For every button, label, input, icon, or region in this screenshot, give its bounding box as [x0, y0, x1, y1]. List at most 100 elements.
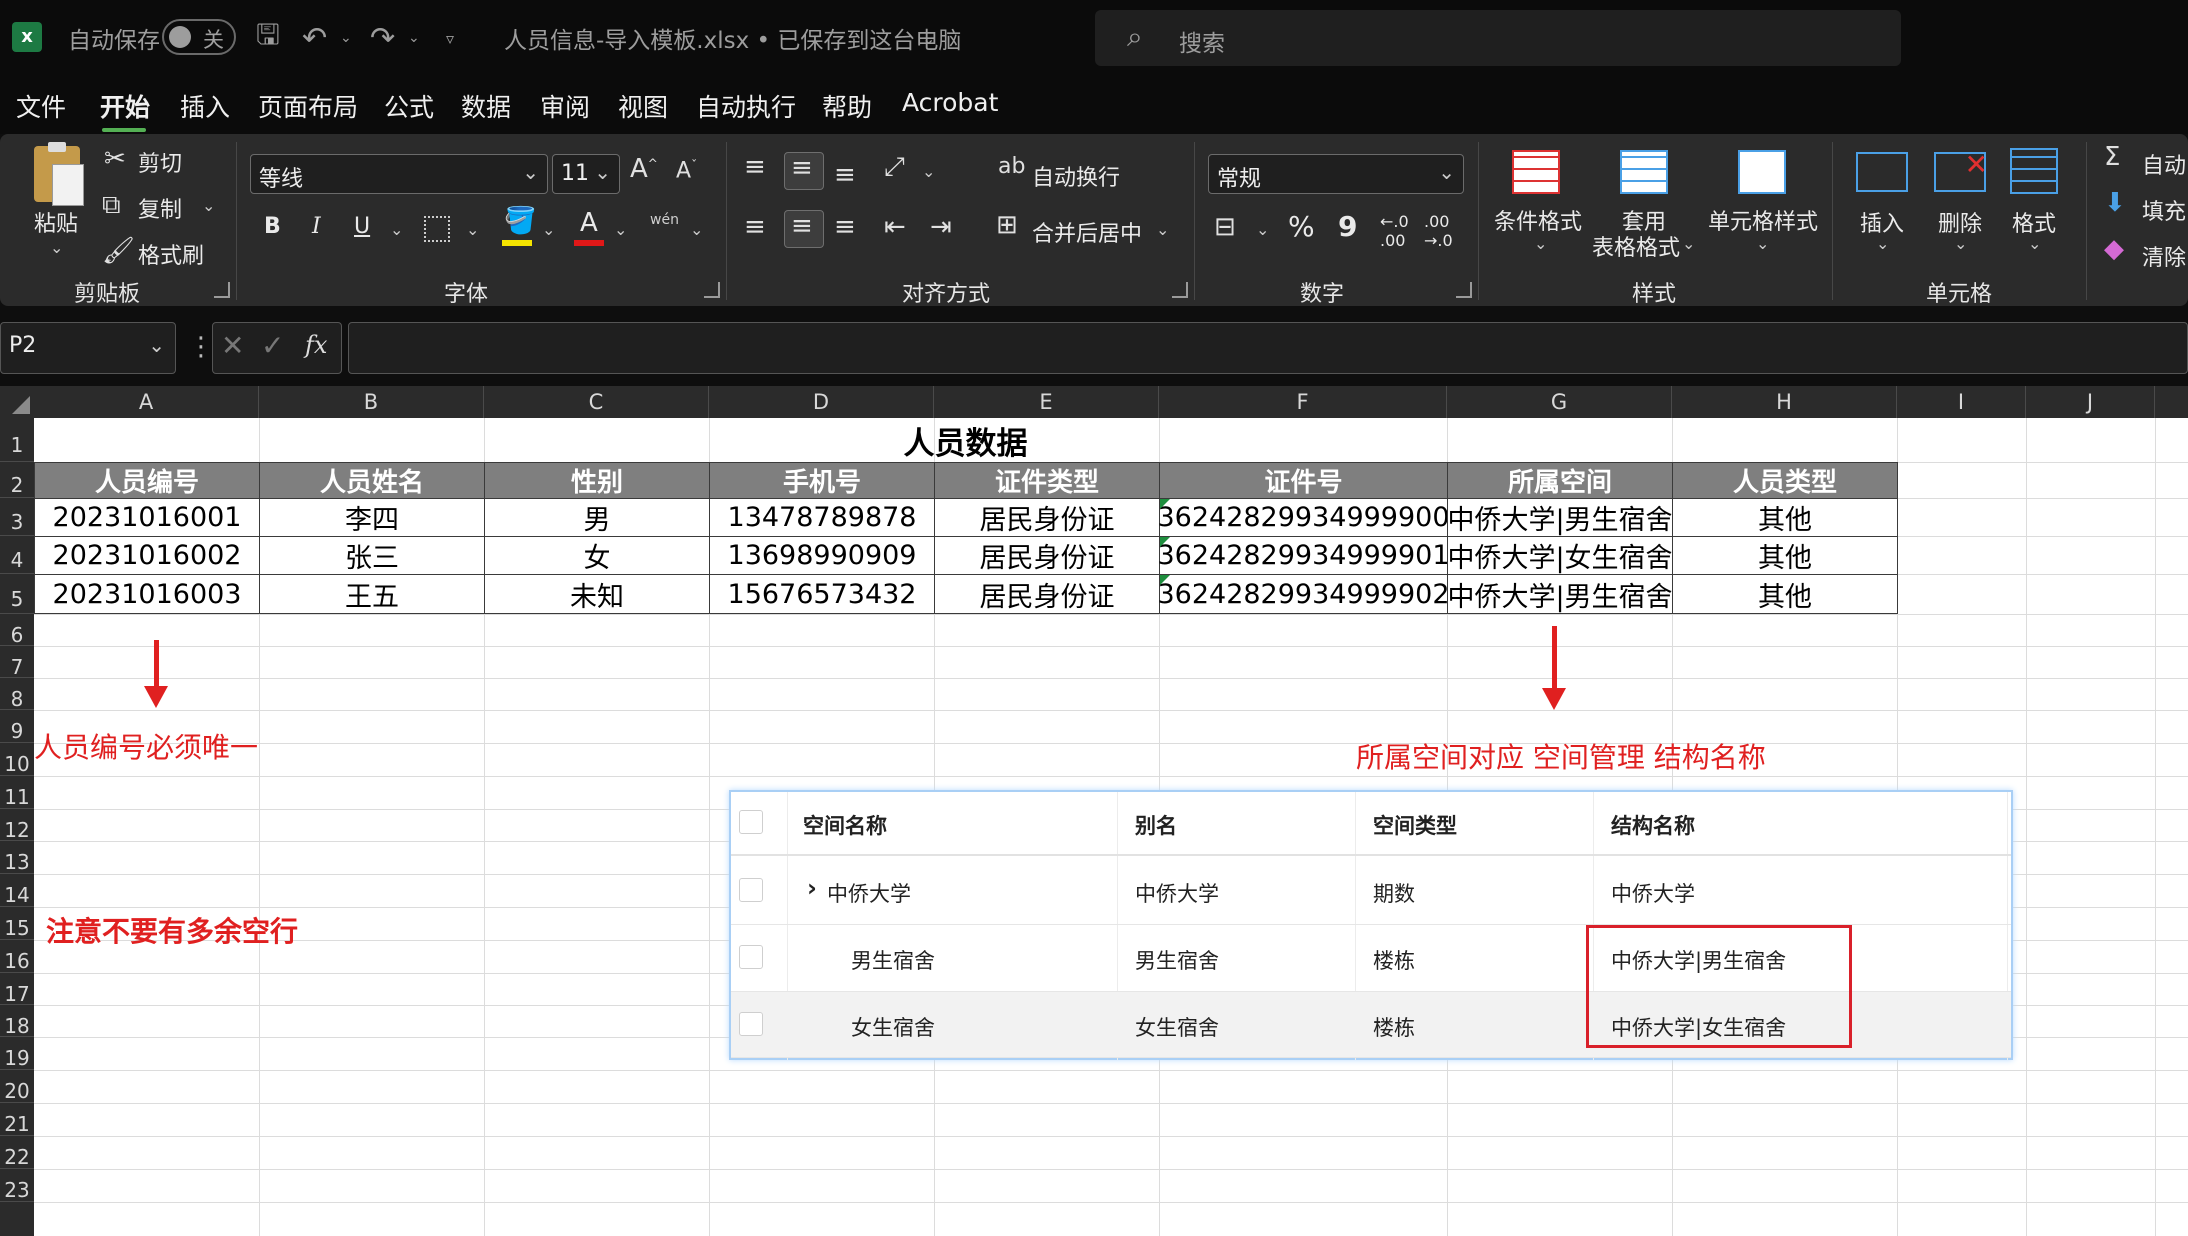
data-cell[interactable]: 13698990909	[709, 536, 935, 575]
decrease-decimal-icon[interactable]: .00 →.0	[1424, 212, 1453, 250]
format-dropdown-icon[interactable]: ⌄	[2028, 234, 2041, 253]
data-cell[interactable]: 15676573432	[709, 574, 935, 614]
undo-icon[interactable]: ↶	[302, 0, 327, 76]
data-cell[interactable]: 20231016001	[34, 498, 260, 537]
borders-icon[interactable]	[424, 216, 450, 242]
menu-help[interactable]: 帮助	[822, 88, 872, 124]
format-as-table-button-2[interactable]: 表格格式	[1592, 230, 1680, 262]
data-cell[interactable]: 张三	[259, 536, 485, 575]
clipboard-launcher-icon[interactable]	[214, 282, 230, 298]
select-all-checkbox[interactable]	[739, 810, 763, 834]
menu-acrobat[interactable]: Acrobat	[902, 88, 998, 117]
decrease-font-icon[interactable]: Aˇ	[676, 158, 697, 183]
phonetic-icon[interactable]: wén	[650, 212, 679, 228]
formula-input[interactable]	[348, 322, 2188, 374]
number-launcher-icon[interactable]	[1456, 282, 1472, 298]
menu-page-layout[interactable]: 页面布局	[258, 88, 358, 124]
autosave-toggle[interactable]: 关	[162, 19, 236, 55]
cell-styles-dropdown-icon[interactable]: ⌄	[1756, 234, 1769, 253]
clear-button[interactable]: 清除	[2142, 240, 2186, 272]
fill-color-icon[interactable]: 🪣	[504, 206, 536, 236]
menu-data[interactable]: 数据	[461, 88, 511, 124]
menu-home[interactable]: 开始	[100, 88, 150, 124]
phonetic-dropdown-icon[interactable]: ⌄	[690, 220, 703, 239]
alignment-launcher-icon[interactable]	[1172, 282, 1188, 298]
data-cell[interactable]: 中侨大学|男生宿舍	[1447, 574, 1673, 614]
conditional-format-button[interactable]: 条件格式	[1494, 204, 1582, 236]
paste-button[interactable]: 粘贴	[34, 206, 78, 238]
header-cell[interactable]: 人员姓名	[259, 462, 485, 499]
align-center-button[interactable]: ≡	[784, 210, 824, 248]
error-indicator-icon[interactable]	[1160, 499, 1170, 509]
error-indicator-icon[interactable]	[1160, 537, 1170, 547]
header-cell[interactable]: 证件号	[1159, 462, 1448, 499]
orientation-icon[interactable]: ⤢	[884, 152, 905, 183]
data-cell[interactable]: 13478789878	[709, 498, 935, 537]
header-cell[interactable]: 证件类型	[934, 462, 1160, 499]
menu-insert[interactable]: 插入	[180, 88, 230, 124]
data-cell[interactable]: 其他	[1672, 574, 1898, 614]
orientation-dropdown-icon[interactable]: ⌄	[922, 162, 935, 181]
data-cell[interactable]: 居民身份证	[934, 574, 1160, 614]
font-name-select[interactable]: 等线 ⌄	[250, 154, 548, 194]
data-cell[interactable]: 20231016002	[34, 536, 260, 575]
data-cell[interactable]: 其他	[1672, 536, 1898, 575]
percent-button[interactable]: %	[1288, 210, 1315, 243]
data-cell[interactable]: 36242829934999900	[1157, 498, 1450, 537]
delete-dropdown-icon[interactable]: ⌄	[1954, 234, 1967, 253]
font-size-select[interactable]: 11 ⌄	[552, 154, 620, 194]
format-table-dropdown-icon[interactable]: ⌄	[1682, 234, 1695, 253]
format-painter-button[interactable]: 格式刷	[138, 238, 204, 270]
accounting-dropdown-icon[interactable]: ⌄	[1256, 220, 1269, 239]
copy-dropdown-icon[interactable]: ⌄	[202, 196, 215, 215]
more-options-icon[interactable]: ⋮	[188, 332, 214, 362]
redo-dropdown-icon[interactable]: ⌄	[408, 0, 420, 76]
undo-dropdown-icon[interactable]: ⌄	[340, 0, 352, 76]
menu-view[interactable]: 视图	[618, 88, 668, 124]
redo-icon[interactable]: ↷	[370, 0, 395, 76]
accounting-format-icon[interactable]: ⊟	[1214, 212, 1236, 242]
data-cell[interactable]: 男	[484, 498, 710, 537]
file-name-chevron-icon[interactable]: ⌄	[922, 0, 935, 76]
data-cell[interactable]: 女	[484, 536, 710, 575]
menu-file[interactable]: 文件	[16, 88, 66, 124]
align-bottom-icon[interactable]: ≡	[834, 160, 856, 190]
expand-chevron-icon[interactable]: ›	[807, 874, 817, 902]
data-cell[interactable]: 居民身份证	[934, 536, 1160, 575]
fill-button[interactable]: 填充	[2142, 194, 2186, 226]
menu-review[interactable]: 审阅	[540, 88, 590, 124]
header-cell[interactable]: 人员类型	[1672, 462, 1898, 499]
paste-icon[interactable]	[34, 142, 84, 206]
row-checkbox[interactable]	[739, 945, 763, 969]
merge-dropdown-icon[interactable]: ⌄	[1156, 220, 1169, 239]
data-cell[interactable]: 36242829934999901	[1157, 536, 1450, 575]
insert-dropdown-icon[interactable]: ⌄	[1876, 234, 1889, 253]
comma-button[interactable]: 9	[1338, 210, 1357, 243]
align-right-icon[interactable]: ≡	[834, 212, 856, 242]
underline-button[interactable]: U	[354, 214, 370, 239]
row-checkbox[interactable]	[739, 878, 763, 902]
data-cell[interactable]: 居民身份证	[934, 498, 1160, 537]
data-cell[interactable]: 20231016003	[34, 574, 260, 614]
data-cell[interactable]: 36242829934999902	[1157, 574, 1450, 614]
decrease-indent-icon[interactable]: ⇤	[884, 212, 906, 242]
align-middle-button[interactable]: ≡	[784, 152, 824, 190]
data-cell[interactable]: 未知	[484, 574, 710, 614]
merge-center-button[interactable]: 合并后居中	[1032, 216, 1142, 248]
increase-decimal-icon[interactable]: ←.0.00	[1380, 212, 1409, 250]
space-table-row[interactable]: › 中侨大学 中侨大学 期数 中侨大学	[731, 858, 2011, 925]
data-cell[interactable]: 中侨大学|女生宿舍	[1447, 536, 1673, 575]
menu-formulas[interactable]: 公式	[384, 88, 434, 124]
font-color-icon[interactable]: A	[580, 208, 598, 238]
sheet-title[interactable]: 人员数据	[34, 418, 1897, 462]
copy-button[interactable]: 复制	[138, 192, 182, 224]
customize-qat-icon[interactable]: ▿	[446, 0, 454, 76]
data-cell[interactable]: 中侨大学|男生宿舍	[1447, 498, 1673, 537]
data-cell[interactable]: 王五	[259, 574, 485, 614]
font-color-dropdown-icon[interactable]: ⌄	[614, 220, 627, 239]
row-checkbox[interactable]	[739, 1012, 763, 1036]
save-icon[interactable]: 🖫	[256, 0, 280, 76]
align-top-icon[interactable]: ≡	[744, 152, 766, 182]
cancel-icon[interactable]: ✕	[221, 329, 244, 362]
data-cell[interactable]: 其他	[1672, 498, 1898, 537]
